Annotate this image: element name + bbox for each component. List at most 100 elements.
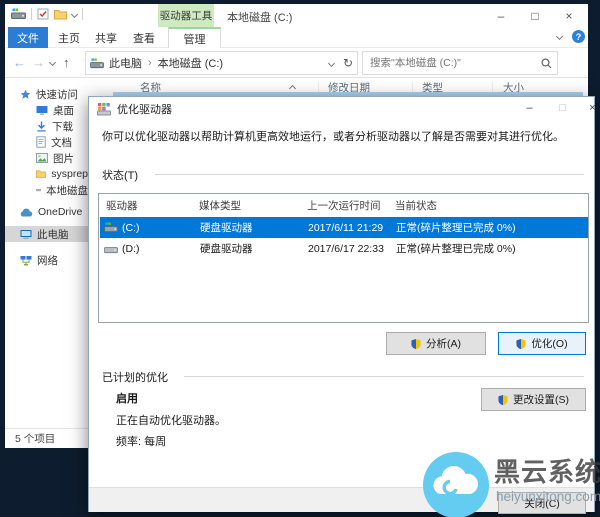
maximize-button[interactable]: □: [519, 4, 551, 27]
divider: [184, 376, 584, 377]
recent-locations-icon[interactable]: [49, 59, 56, 66]
dialog-maximize-button: □: [549, 97, 576, 119]
enabled-label: 启用: [116, 390, 138, 406]
watermark-url: heiyunxitong.com: [496, 489, 600, 504]
refresh-icon[interactable]: ↻: [343, 56, 353, 70]
tab-manage[interactable]: 管理: [168, 27, 221, 48]
button-label: 分析(A): [426, 336, 461, 351]
quick-access-toolbar: [11, 8, 83, 20]
document-icon: [36, 136, 46, 148]
tab-share[interactable]: 共享: [87, 27, 125, 48]
table-header-media[interactable]: 媒体类型: [199, 198, 241, 213]
dialog-title: 优化驱动器: [117, 101, 172, 117]
sidebar-item-onedrive[interactable]: OneDrive: [5, 204, 88, 220]
dialog-close-button[interactable]: ×: [579, 97, 600, 119]
shield-icon: [498, 394, 508, 406]
dialog-description: 你可以优化驱动器以帮助计算机更高效地运行，或者分析驱动器以了解是否需要对其进行优…: [102, 128, 584, 144]
sidebar-item-desktop[interactable]: 桌面: [5, 102, 88, 118]
divider: [155, 174, 584, 175]
search-icon[interactable]: [541, 58, 552, 69]
optimize-drives-dialog: 优化驱动器 – □ × 你可以优化驱动器以帮助计算机更高效地运行，或者分析驱动器…: [88, 96, 595, 512]
breadcrumb[interactable]: 此电脑 › 本地磁盘 (C:) ↻: [85, 51, 358, 75]
network-icon: [20, 255, 32, 266]
address-bar: ← → ↑ 此电脑 › 本地磁盘 (C:) ↻: [5, 48, 588, 78]
new-folder-icon[interactable]: [54, 9, 67, 20]
breadcrumb-item-this-pc[interactable]: 此电脑: [109, 55, 142, 71]
star-icon: [20, 89, 31, 100]
sidebar-label: 快速访问: [36, 87, 78, 102]
sidebar-label: 网络: [37, 253, 58, 268]
qat-dropdown-icon[interactable]: [71, 10, 78, 17]
help-icon[interactable]: ?: [572, 30, 585, 43]
sidebar-item-sysprep[interactable]: sysprep: [5, 166, 88, 182]
watermark-title: 黑云系统: [494, 452, 600, 489]
cell-media: 硬盘驱动器: [200, 220, 253, 235]
tab-view[interactable]: 查看: [125, 27, 163, 48]
close-button[interactable]: ×: [553, 4, 585, 27]
sidebar-item-this-pc[interactable]: 此电脑: [5, 226, 88, 242]
window-title: 本地磁盘 (C:): [227, 9, 292, 25]
ribbon-collapse-icon[interactable]: [556, 33, 563, 40]
sidebar-label: 下载: [52, 119, 73, 134]
watermark-logo: [423, 452, 489, 517]
optimize-button[interactable]: 优化(O): [498, 332, 586, 355]
button-label: 更改设置(S): [513, 392, 569, 407]
button-label: 优化(O): [531, 336, 567, 351]
explorer-titlebar: 驱动器工具 本地磁盘 (C:) – □ ×: [5, 4, 588, 27]
cell-status: 正常(碎片整理已完成 0%): [396, 220, 516, 235]
breadcrumb-drive-icon: [90, 58, 104, 69]
sort-caret-icon: [289, 85, 296, 92]
table-header-lastrun[interactable]: 上一次运行时间: [307, 198, 381, 213]
search-box: [362, 51, 558, 75]
breadcrumb-item-local-disk[interactable]: 本地磁盘 (C:): [158, 55, 223, 71]
address-dropdown-icon[interactable]: [328, 59, 335, 66]
cell-status: 正常(碎片整理已完成 0%): [396, 241, 516, 256]
download-icon: [36, 121, 47, 132]
cell-media: 硬盘驱动器: [200, 241, 253, 256]
analyze-button[interactable]: 分析(A): [386, 332, 486, 355]
sidebar-item-network[interactable]: 网络: [5, 252, 88, 268]
tab-home[interactable]: 主页: [51, 27, 87, 48]
drive-c-icon: [104, 222, 118, 233]
sidebar-label: 此电脑: [37, 227, 69, 242]
table-row-drive-c[interactable]: (C:) 硬盘驱动器 2017/6/11 21:29 正常(碎片整理已完成 0%…: [100, 217, 588, 238]
desktop-icon: [36, 105, 48, 116]
contextual-tab-drive-tools[interactable]: 驱动器工具: [158, 4, 214, 27]
drives-table: 驱动器 媒体类型 上一次运行时间 当前状态 (C:) 硬盘驱动器 2017/6/…: [98, 193, 589, 323]
sidebar-label: 本地磁盘: [46, 183, 88, 198]
back-button[interactable]: ←: [13, 55, 26, 70]
sidebar-item-quick-access[interactable]: 快速访问: [5, 86, 88, 102]
desktop: 驱动器工具 本地磁盘 (C:) – □ × 文件 主页 共享 查看 管理 ? ←…: [0, 0, 600, 517]
table-header-status[interactable]: 当前状态: [395, 198, 437, 213]
up-button[interactable]: ↑: [63, 55, 70, 70]
sidebar-item-documents[interactable]: 文档: [5, 134, 88, 150]
change-settings-button[interactable]: 更改设置(S): [481, 388, 586, 411]
search-input[interactable]: [368, 56, 541, 70]
sidebar-label: OneDrive: [38, 206, 82, 218]
dialog-icon: [97, 102, 111, 116]
sidebar-label: 桌面: [53, 103, 74, 118]
dialog-minimize-button[interactable]: –: [516, 97, 543, 119]
sidebar-label: 图片: [53, 151, 74, 166]
cloud-icon: [20, 208, 33, 217]
sidebar-item-downloads[interactable]: 下载: [5, 118, 88, 134]
properties-icon[interactable]: [37, 8, 49, 20]
sidebar-item-local-disk[interactable]: 本地磁盘: [5, 182, 88, 198]
shield-icon: [516, 338, 526, 350]
forward-button[interactable]: →: [32, 55, 45, 70]
tab-file[interactable]: 文件: [8, 27, 48, 48]
table-header-drive[interactable]: 驱动器: [106, 198, 138, 213]
cell-drive: (C:): [122, 222, 140, 234]
table-row-drive-d[interactable]: (D:) 硬盘驱动器 2017/6/17 22:33 正常(碎片整理已完成 0%…: [100, 238, 588, 259]
cell-lastrun: 2017/6/11 21:29: [308, 222, 383, 234]
sidebar-item-pictures[interactable]: 图片: [5, 150, 88, 166]
picture-icon: [36, 153, 48, 163]
drive-d-icon: [104, 243, 118, 254]
ribbon-tab-row: 文件 主页 共享 查看 管理 ?: [5, 27, 588, 48]
breadcrumb-separator: ›: [148, 57, 152, 69]
drive-icon: [36, 185, 41, 195]
minimize-button[interactable]: –: [485, 4, 517, 27]
drive-icon: [11, 8, 26, 20]
status-group-label: 状态(T): [102, 167, 138, 183]
folder-icon: [36, 169, 46, 179]
